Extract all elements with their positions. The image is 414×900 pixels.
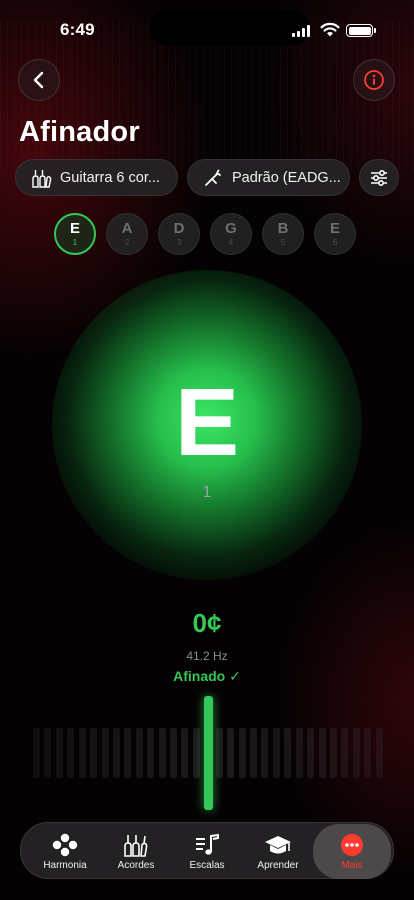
string-number: 1 xyxy=(72,238,78,247)
meter-tick xyxy=(352,728,360,778)
tab-aprender[interactable]: Aprender xyxy=(242,823,314,880)
cellular-signal-icon xyxy=(292,25,310,37)
meter-tick xyxy=(329,728,337,778)
chord-guitar-icon xyxy=(122,833,150,857)
tab-escalas[interactable]: Escalas xyxy=(171,823,243,880)
meter-tick xyxy=(238,728,246,778)
meter-tick xyxy=(112,728,120,778)
string-number: 3 xyxy=(176,238,182,247)
tab-label: Mais xyxy=(341,859,363,871)
detected-string-number: 1 xyxy=(202,484,212,501)
status-time: 6:49 xyxy=(60,20,95,39)
sliders-icon xyxy=(371,169,387,186)
back-button[interactable] xyxy=(18,59,60,101)
cents-readout: 0¢ xyxy=(192,608,222,638)
meter-tick xyxy=(124,728,132,778)
meter-tick xyxy=(341,728,349,778)
meter-tick xyxy=(101,728,109,778)
instrument-selector[interactable]: Guitarra 6 cor... xyxy=(15,159,178,196)
string-note: E xyxy=(329,220,340,237)
tab-label: Acordes xyxy=(117,859,155,871)
instrument-label: Guitarra 6 cor... xyxy=(60,169,160,186)
meter-tick xyxy=(227,728,235,778)
string-note: B xyxy=(277,220,289,237)
tuning-selector[interactable]: Padrão (EADG... xyxy=(187,159,350,196)
string-button-5[interactable]: B 5 xyxy=(262,213,304,255)
meter-tick xyxy=(90,728,98,778)
meter-tick xyxy=(44,728,52,778)
page-title: Afinador xyxy=(19,116,140,148)
string-number: 2 xyxy=(124,238,130,247)
status-bar: 6:49 xyxy=(0,0,414,54)
music-notes-icon xyxy=(194,833,220,857)
string-number: 5 xyxy=(280,238,286,247)
tab-acordes[interactable]: Acordes xyxy=(100,823,172,880)
tab-bar: Harmonia Acordes Escalas Aprender Mais xyxy=(20,822,394,879)
meter-tick xyxy=(375,728,383,778)
meter-tick xyxy=(284,728,292,778)
string-button-4[interactable]: G 4 xyxy=(210,213,252,255)
meter-tick xyxy=(55,728,63,778)
tab-label: Escalas xyxy=(189,859,225,871)
meter-tick xyxy=(33,728,40,778)
meter-tick xyxy=(158,728,166,778)
meter-tick xyxy=(272,728,280,778)
info-icon xyxy=(364,70,384,90)
dynamic-island xyxy=(150,10,310,46)
tab-label: Aprender xyxy=(257,859,299,871)
info-button[interactable] xyxy=(353,59,395,101)
meter-tick xyxy=(364,728,372,778)
more-icon xyxy=(340,833,364,857)
meter-tick xyxy=(307,728,315,778)
string-button-2[interactable]: A 2 xyxy=(106,213,148,255)
guitar-icon xyxy=(30,168,52,188)
meter-tick xyxy=(170,728,178,778)
tuning-fork-icon xyxy=(202,168,224,188)
string-note: G xyxy=(225,220,237,237)
chevron-left-icon xyxy=(33,71,44,89)
string-selector: E 1 A 2 D 3 G 4 B 5 E 6 xyxy=(54,213,356,255)
meter-tick xyxy=(215,728,223,778)
tuning-label: Padrão (EADG... xyxy=(232,169,341,186)
tab-mais[interactable]: Mais xyxy=(313,824,391,879)
string-note: E xyxy=(69,220,80,237)
tab-label: Harmonia xyxy=(43,859,87,871)
meter-tick xyxy=(135,728,143,778)
wifi-icon xyxy=(320,22,340,37)
detected-note: E xyxy=(174,369,240,476)
string-note: D xyxy=(173,220,185,237)
meter-tick xyxy=(78,728,86,778)
harmony-dots-icon xyxy=(52,833,78,857)
frequency-readout: 41.2 Hz xyxy=(186,649,228,663)
meter-tick xyxy=(295,728,303,778)
string-button-3[interactable]: D 3 xyxy=(158,213,200,255)
string-number: 4 xyxy=(228,238,234,247)
meter-tick xyxy=(318,728,326,778)
tuning-status: Afinado ✓ xyxy=(173,668,241,684)
tuner-settings-button[interactable] xyxy=(359,159,399,196)
string-number: 6 xyxy=(332,238,338,247)
battery-icon xyxy=(346,24,376,37)
meter-tick xyxy=(250,728,258,778)
meter-tick xyxy=(67,728,75,778)
tab-harmonia[interactable]: Harmonia xyxy=(29,823,101,880)
meter-tick xyxy=(261,728,269,778)
string-button-1[interactable]: E 1 xyxy=(54,213,96,255)
meter-tick xyxy=(181,728,189,778)
meter-tick xyxy=(147,728,155,778)
string-button-6[interactable]: E 6 xyxy=(314,213,356,255)
tuning-needle xyxy=(203,696,213,810)
string-note: A xyxy=(121,220,133,237)
graduation-cap-icon xyxy=(264,833,292,857)
meter-tick xyxy=(192,728,200,778)
